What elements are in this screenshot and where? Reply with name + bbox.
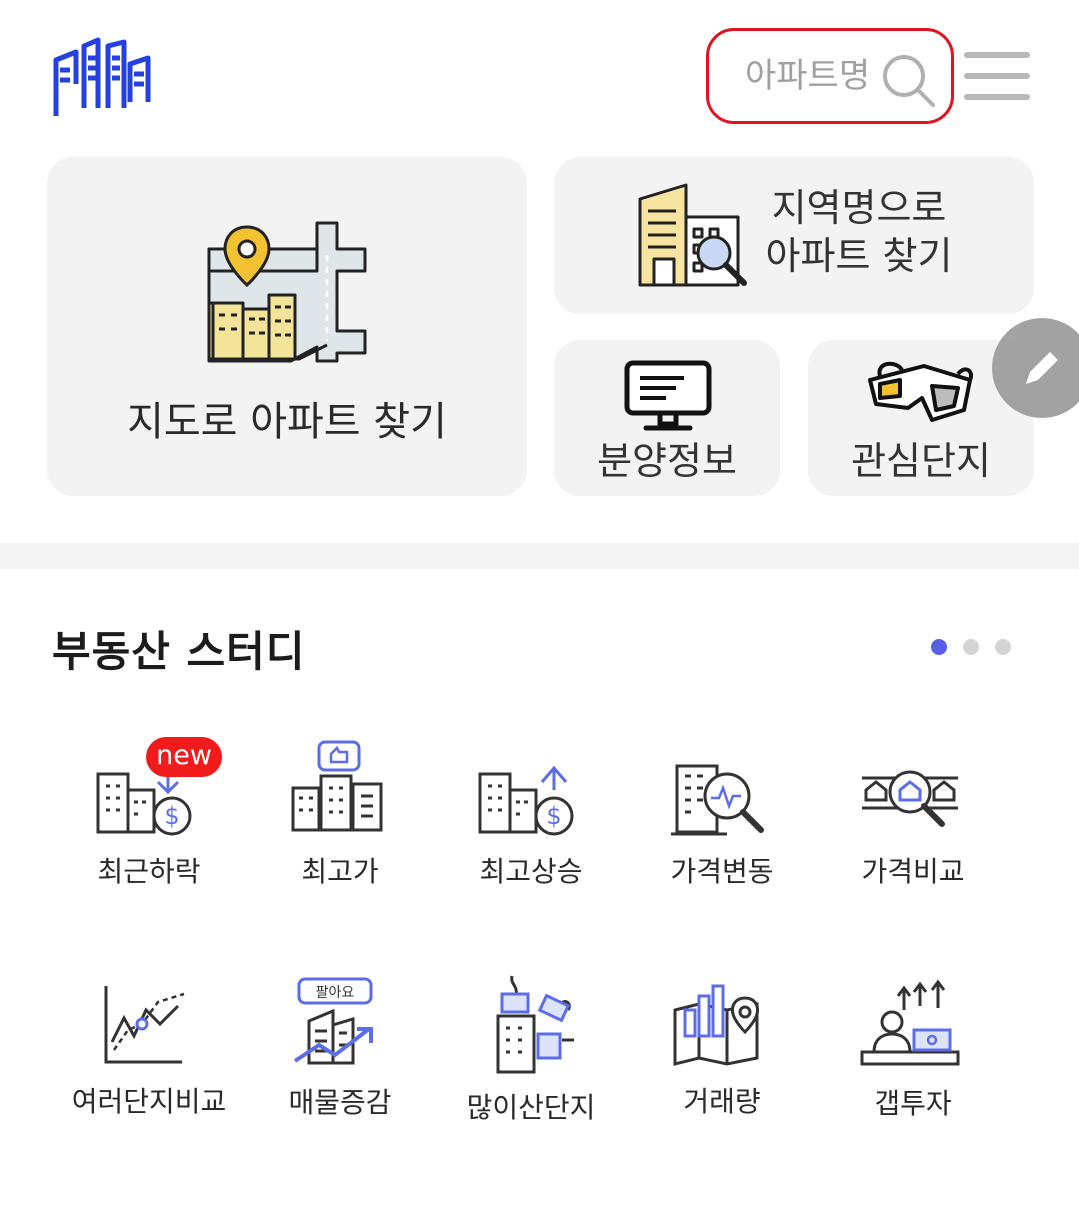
study-item-most-bought[interactable]: 많이산단지: [436, 970, 626, 1126]
map-buildings-icon: [207, 221, 367, 363]
page-dot-3[interactable]: [995, 639, 1011, 655]
study-item-label: 많이산단지: [466, 1091, 596, 1124]
study-item-label: 갭투자: [874, 1087, 952, 1120]
listing-change-icon: 팔아요: [293, 977, 373, 1065]
presale-label: 분양정보: [597, 439, 737, 483]
region-find-card[interactable]: 지역명으로 아파트 찾기: [554, 157, 1034, 314]
study-item-label: 최고상승: [479, 855, 583, 888]
study-item-highest-rise[interactable]: $ 최고상승: [436, 760, 626, 890]
study-section-title: 부동산 스터디: [52, 627, 306, 676]
highest-rise-icon: $: [478, 765, 574, 836]
building-search-icon: [638, 183, 747, 287]
study-item-label: 매물증감: [288, 1086, 392, 1119]
study-item-multi-compare[interactable]: 여러단지비교: [54, 980, 244, 1120]
study-item-listing-change[interactable]: 팔아요 매물증감: [245, 975, 435, 1121]
study-item-label: 최근하락: [97, 855, 201, 888]
study-item-trade-volume[interactable]: 거래량: [627, 980, 817, 1120]
map-find-label: 지도로 아파트 찾기: [127, 399, 447, 445]
region-find-label-2: 아파트 찾기: [765, 234, 953, 278]
price-compare-icon: [862, 770, 958, 827]
study-item-price-drop[interactable]: $ 최근하락: [54, 760, 244, 890]
search-bar[interactable]: 아파트명: [706, 28, 954, 124]
study-item-highest-price[interactable]: 최고가: [245, 740, 435, 890]
new-badge: new: [146, 737, 222, 777]
search-input[interactable]: 아파트명: [745, 53, 870, 99]
hamburger-menu-icon[interactable]: [964, 52, 1030, 102]
presale-card[interactable]: 분양정보: [554, 340, 780, 496]
page-dot-1[interactable]: [931, 639, 947, 655]
highest-price-icon: [291, 740, 383, 832]
most-bought-icon: [496, 975, 574, 1074]
study-item-label: 가격변동: [670, 855, 774, 888]
trade-volume-icon: [673, 984, 759, 1066]
study-item-price-change[interactable]: 가격변동: [627, 760, 817, 890]
favorites-label: 관심단지: [851, 439, 991, 483]
svg-text:$: $: [546, 802, 561, 830]
page-dot-2[interactable]: [963, 639, 979, 655]
study-item-label: 여러단지비교: [71, 1085, 227, 1118]
study-item-label: 최고가: [301, 855, 379, 888]
pencil-icon: [1026, 352, 1058, 384]
study-item-price-compare[interactable]: 가격비교: [818, 760, 1008, 890]
buildings-logo-icon: [53, 37, 151, 116]
region-find-label-1: 지역명으로: [771, 186, 947, 230]
price-change-icon: [671, 764, 764, 836]
monitor-icon: [624, 360, 712, 431]
sell-tag-text: 팔아요: [316, 985, 355, 1001]
search-icon[interactable]: [879, 51, 939, 111]
3d-glasses-icon: [868, 361, 973, 422]
gap-investment-icon: [860, 979, 960, 1066]
app-logo[interactable]: [50, 36, 154, 118]
svg-text:$: $: [164, 802, 179, 830]
section-divider: [0, 543, 1079, 569]
multi-complex-compare-icon: [104, 986, 185, 1064]
study-item-label: 가격비교: [861, 855, 965, 888]
study-item-gap-investment[interactable]: 갭투자: [818, 978, 1008, 1122]
map-find-card[interactable]: 지도로 아파트 찾기: [47, 157, 527, 496]
study-item-label: 거래량: [683, 1085, 761, 1118]
